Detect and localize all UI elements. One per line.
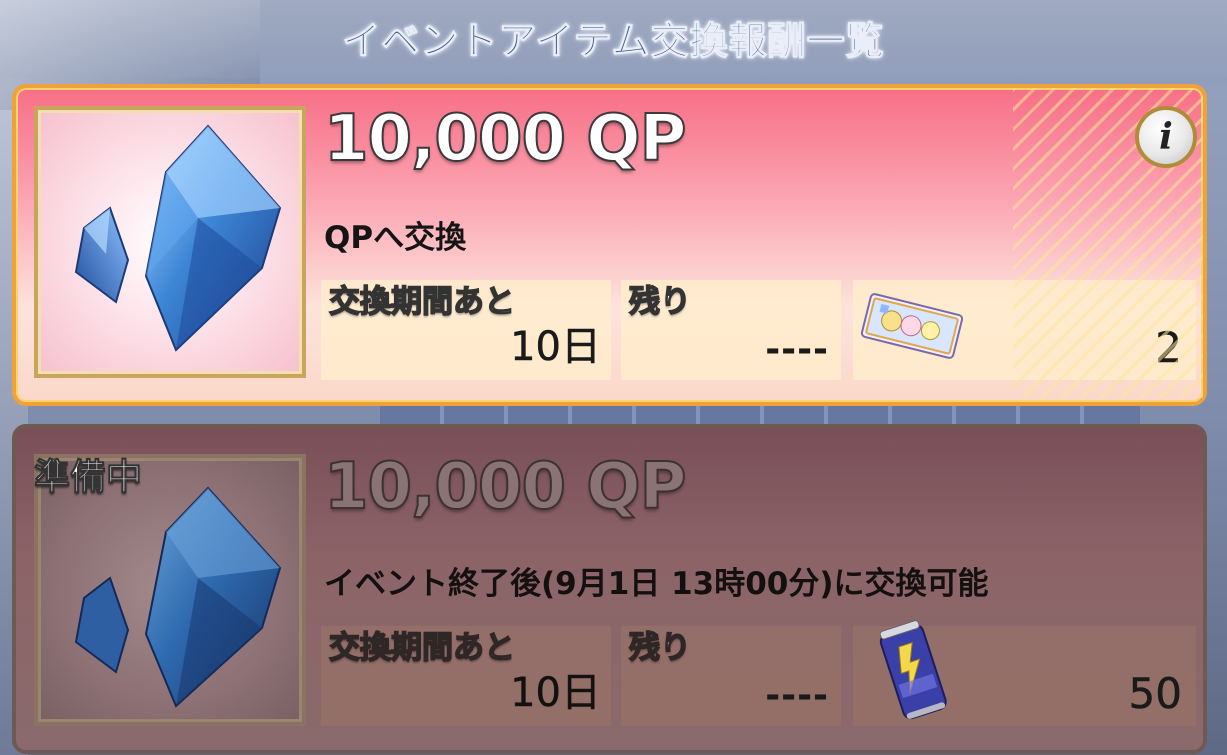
reward-card-qp-2[interactable]: 準備中 10,000 QP イベント終了後(9月1日 13時00分)に交換可能 …: [12, 424, 1207, 754]
cost-value: 2: [1155, 323, 1182, 373]
reward-name: 10,000 QP: [323, 449, 688, 525]
energy-drink-can-icon: [879, 620, 947, 720]
exchange-period-value: 10日: [510, 670, 601, 717]
info-button[interactable]: i: [1135, 106, 1197, 168]
page-title: イベントアイテム交換報酬一覧: [342, 19, 885, 64]
remaining-box: 残り ----: [621, 626, 841, 726]
cost-box: 2: [853, 280, 1196, 380]
exchange-period-box: 交換期間あと 10日: [321, 626, 611, 726]
remaining-value: ----: [765, 675, 829, 716]
remaining-value: ----: [765, 329, 829, 370]
exchange-period-label: 交換期間あと: [328, 629, 516, 667]
remaining-label: 残り: [628, 629, 692, 667]
reward-card-qp-1[interactable]: 10,000 QP i QPへ交換 交換期間あと 10日 残り ---- 2: [12, 84, 1207, 406]
reward-description: QPへ交換: [324, 220, 467, 256]
exchange-period-value: 10日: [510, 324, 601, 371]
exchange-period-box: 交換期間あと 10日: [321, 280, 611, 380]
qp-crystal-icon: [74, 486, 282, 708]
cost-value: 50: [1128, 669, 1182, 719]
reward-icon-frame: [34, 106, 306, 378]
exchange-period-label: 交換期間あと: [328, 283, 516, 321]
cost-box: 50: [853, 620, 1196, 726]
remaining-box: 残り ----: [621, 280, 841, 380]
reward-description: イベント終了後(9月1日 13時00分)に交換可能: [324, 566, 989, 602]
preparing-status-label: 準備中: [33, 457, 143, 499]
header-bar: イベントアイテム交換報酬一覧: [0, 0, 1227, 78]
remaining-label: 残り: [628, 283, 692, 321]
qp-crystal-icon: [74, 124, 282, 352]
event-ticket-icon: [860, 293, 964, 359]
reward-name: 10,000 QP: [323, 101, 688, 177]
